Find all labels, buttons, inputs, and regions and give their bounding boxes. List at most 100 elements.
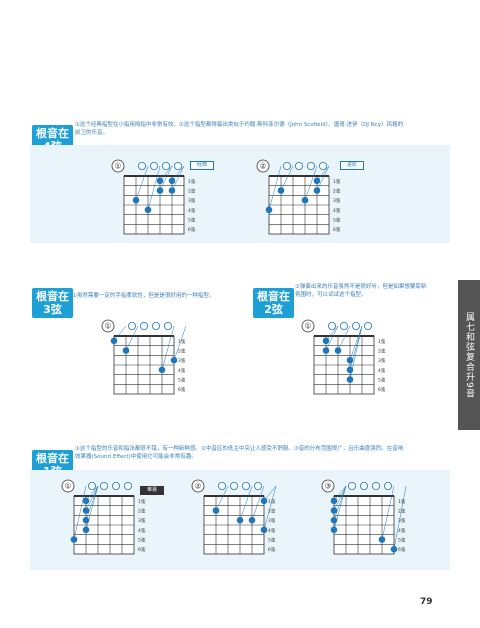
note-s4: ①这个经典指型在小指用拇指中非常有效。②这个指型都得最出类似于约翰·斯科菲尔德（… [75,121,455,137]
diagram-number: ③ [324,482,331,491]
diagram-s3-1: 1弦 2弦 3弦 4弦 5弦 6弦 ① [101,319,187,395]
finger-dot [168,187,176,194]
badge-string: 3弦 [43,303,62,316]
open-string-marker [372,482,381,490]
open-string-marker [327,322,336,330]
note-line: 效果器(Sound Effect)中使用它可能会非常有趣。 [75,454,197,460]
fret-label: 6弦 [268,546,276,553]
finger-dot [330,526,338,534]
finger-dot [122,347,130,354]
finger-dot [110,337,118,345]
finger-dot [156,187,164,194]
page-number: 79 [420,597,433,607]
fret-label: 2弦 [138,508,146,515]
diagram-number: ① [114,162,121,171]
badge-label: 根音在 [36,290,69,303]
open-string-marker [152,322,161,330]
fret-label: 3弦 [178,357,186,364]
finger-dot [313,187,321,194]
open-string-marker [282,162,291,170]
open-string-marker [360,482,369,490]
note-s1: ①这个指型的乐音和指法都很不错，有一种新鲜感。②中音区的低主中突让人感受不舒服。… [75,445,455,461]
note-line: ①弹奏出来的乐音虽然不是很好听，但是如果想要崭新 [295,284,427,290]
finger-dot [82,516,90,524]
fret-label: 2弦 [188,188,196,195]
fret-label: 5弦 [333,217,341,224]
tag-classic: 经典 [190,161,215,170]
page: 根音在 4弦 ①这个经典指型在小指用拇指中非常有效。②这个指型都得最出类似于约翰… [0,0,480,628]
finger-dot [248,516,256,524]
finger-dot [313,177,321,185]
tag-difficulty: 难易 [140,486,165,495]
diagram-number: ② [194,482,201,491]
open-string-marker [127,322,136,330]
fret-label: 5弦 [178,377,186,384]
badge-root-2: 根音在 2弦 [253,288,294,318]
fret-label: 2弦 [333,188,341,195]
open-string-marker [124,482,133,490]
fret-label: 6弦 [398,546,406,553]
finger-dot [82,497,90,505]
fret-label: 1弦 [398,498,406,505]
badge-string: 2弦 [264,303,283,316]
fret-label: 6弦 [333,226,341,233]
badge-label: 根音在 [36,452,69,465]
badge-label: 根音在 [257,290,290,303]
fret-label: 3弦 [138,517,146,524]
fret-label: 5弦 [138,537,146,544]
fret-label: 4弦 [378,367,386,374]
note-line: ①这个经典指型在小指用拇指中非常有效。②这个指型都得最出类似于约翰·斯科菲尔德（… [75,122,404,128]
finger-dot [70,536,78,543]
note-line: ①这个指型的乐音和指法都很不错，有一种新鲜感。②中音区的低主中突让人感受不舒服。… [75,446,404,452]
finger-dot [170,356,178,364]
fret-label: 3弦 [268,517,276,524]
fret-label: 1弦 [333,178,341,185]
finger-dot [168,177,176,185]
open-string-marker [340,322,349,330]
fret-label: 2弦 [178,348,186,355]
finger-dot [236,516,244,524]
fret-label: 6弦 [138,546,146,553]
fret-label: 1弦 [378,338,386,345]
finger-dot [346,376,354,383]
diagram-s1-3: 1弦2弦3弦4弦5弦6弦③ [321,479,407,555]
open-string-marker [295,162,304,170]
open-string-marker [217,482,226,490]
finger-dot [390,545,398,553]
fret-label: 3弦 [188,197,196,204]
panel-s4 [30,145,450,243]
note-line: 氛围时，可以试试这个指型。 [295,292,367,298]
finger-dot [277,187,285,194]
open-string-marker [242,482,251,490]
fret-label: 3弦 [333,197,341,204]
tag-advanced: 进阶 [340,161,365,170]
open-string-marker [174,162,183,170]
diagram-number: ② [259,162,266,171]
open-string-marker [307,162,316,170]
note-s3: ①虽然需要一定的手指柔软性，但是是很好用的一种指型。 [72,293,215,299]
fret-label: 3弦 [378,357,386,364]
diagram-number: ① [104,322,111,331]
finger-dot [265,206,273,214]
fret-label: 4弦 [333,207,341,214]
note-s2: ①弹奏出来的乐音虽然不是很好听，但是如果想要崭新 氛围时，可以试试这个指型。 [295,283,445,299]
finger-dot [330,516,338,524]
fret-label: 6弦 [378,386,386,393]
open-string-marker [164,322,173,330]
badge-label: 根音在 [36,127,69,140]
open-string-marker [352,322,361,330]
finger-dot [301,196,309,204]
finger-dot [158,366,166,374]
badge-root-3: 根音在 3弦 [32,288,73,318]
chapter-sidebar: 属七和弦复合升9音 [458,280,480,430]
finger-dot [260,497,268,505]
fret-label: 1弦 [178,338,186,345]
fret-label: 6弦 [178,386,186,393]
open-string-marker [140,322,149,330]
finger-dot [82,526,90,534]
finger-dot [132,196,140,204]
finger-dot [330,507,338,514]
diagram-number: ① [64,482,71,491]
diagram-s2-1: 1弦 2弦 3弦 4弦 5弦 6弦 ① [301,319,386,395]
note-line: 前卫的乐音。 [75,130,109,136]
